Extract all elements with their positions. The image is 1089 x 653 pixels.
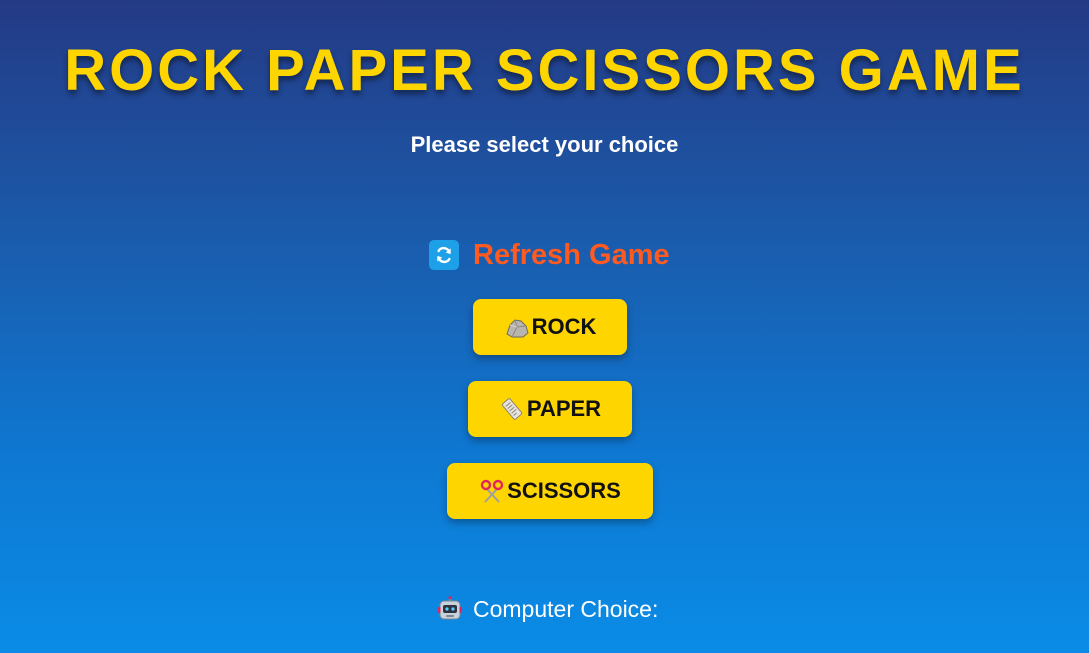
refresh-game-label: Refresh Game xyxy=(473,239,670,271)
page-title: ROCK PAPER SCISSORS GAME xyxy=(64,38,1025,103)
instruction-text: Please select your choice xyxy=(410,132,679,157)
robot-icon xyxy=(437,596,463,622)
scissors-button[interactable]: SCISSORS xyxy=(447,463,653,519)
refresh-icon xyxy=(429,240,459,270)
computer-choice-label: Computer Choice: xyxy=(473,596,659,622)
computer-choice: Computer Choice: xyxy=(437,595,658,623)
paper-label: PAPER xyxy=(526,396,602,421)
refresh-game-button[interactable]: Refresh Game xyxy=(429,238,670,272)
paper-button[interactable]: PAPER xyxy=(468,381,632,437)
scissors-icon xyxy=(479,478,505,504)
scissors-label: SCISSORS xyxy=(507,478,621,503)
newspaper-icon xyxy=(499,396,525,422)
rock-button[interactable]: ROCK xyxy=(473,299,627,355)
rock-icon xyxy=(504,314,530,340)
rock-label: ROCK xyxy=(531,314,597,339)
